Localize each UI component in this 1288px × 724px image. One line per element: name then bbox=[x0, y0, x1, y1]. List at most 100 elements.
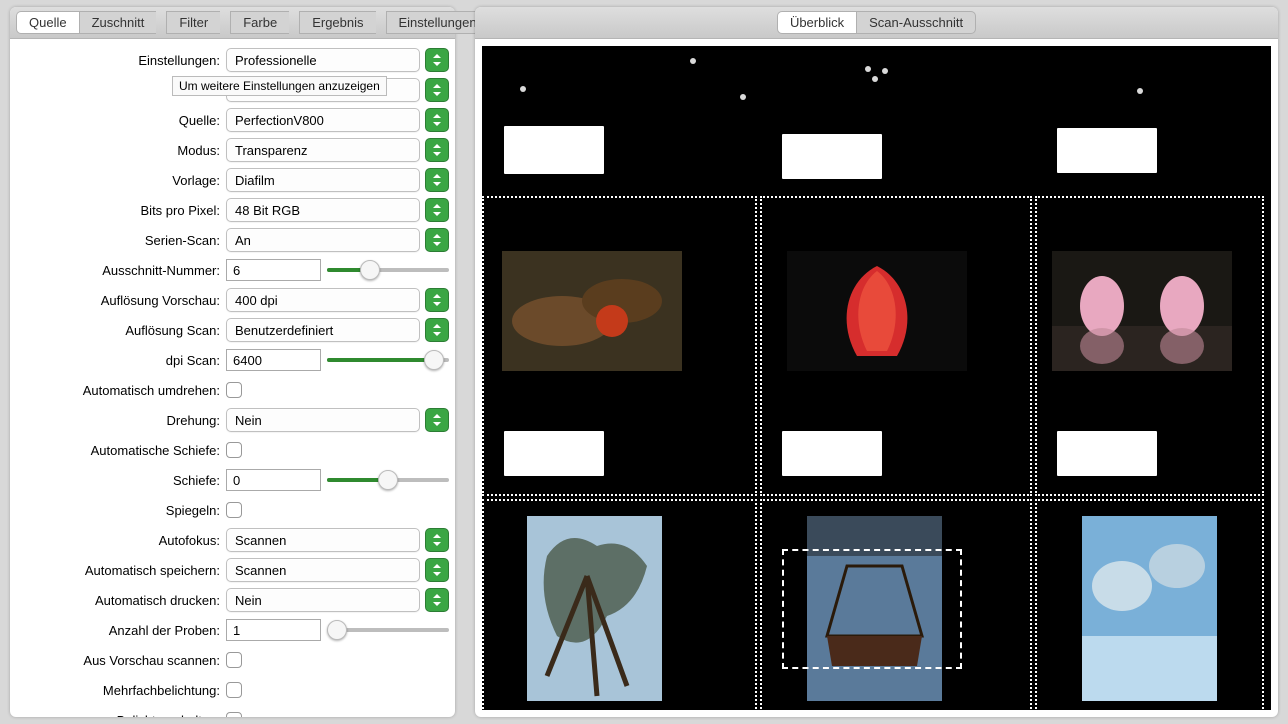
dropdown-value: Scannen bbox=[227, 533, 419, 548]
tab-scan-ausschnitt[interactable]: Scan-Ausschnitt bbox=[856, 11, 976, 34]
label-spiegeln: Spiegeln: bbox=[16, 503, 226, 518]
label-drehung: Drehung: bbox=[16, 413, 226, 428]
tooltip: Um weitere Einstellungen anzuzeigen bbox=[172, 76, 387, 96]
tab-ueberblick[interactable]: Überblick bbox=[777, 11, 856, 34]
tab-zuschnitt[interactable]: Zuschnitt bbox=[79, 11, 157, 34]
preview-dot bbox=[740, 94, 746, 100]
dropdown-bits[interactable]: 48 Bit RGB bbox=[226, 198, 420, 222]
dropdown-toggle-icon[interactable] bbox=[425, 198, 449, 222]
label-bits: Bits pro Pixel: bbox=[16, 203, 226, 218]
film-sprocket bbox=[1057, 128, 1157, 173]
preview-panel: Überblick Scan-Ausschnitt bbox=[475, 7, 1278, 717]
checkbox-vorschau-scan[interactable] bbox=[226, 652, 242, 668]
dropdown-aufl-vorschau[interactable]: 400 dpi bbox=[226, 288, 420, 312]
dropdown-toggle-icon[interactable] bbox=[425, 558, 449, 582]
label-aufl-vorschau: Auflösung Vorschau: bbox=[16, 293, 226, 308]
dropdown-toggle-icon[interactable] bbox=[425, 138, 449, 162]
checkbox-auto-umdrehen[interactable] bbox=[226, 382, 242, 398]
dropdown-aufl-scan[interactable]: Benutzerdefiniert bbox=[226, 318, 420, 342]
label-auto-schiefe: Automatische Schiefe: bbox=[16, 443, 226, 458]
left-tabbar: Quelle Zuschnitt Filter Farbe Ergebnis E… bbox=[10, 7, 455, 39]
label-schiefe: Schiefe: bbox=[16, 473, 226, 488]
dropdown-autofokus[interactable]: Scannen bbox=[226, 528, 420, 552]
label-belichtung: Belichtung halten: bbox=[16, 713, 226, 718]
right-tabbar: Überblick Scan-Ausschnitt bbox=[475, 7, 1278, 39]
preview-thumbnail-1[interactable] bbox=[502, 251, 682, 371]
dropdown-value: Professionelle bbox=[227, 53, 419, 68]
label-vorschau-scan: Aus Vorschau scannen: bbox=[16, 653, 226, 668]
dropdown-toggle-icon[interactable] bbox=[425, 48, 449, 72]
film-sprocket bbox=[504, 431, 604, 476]
preview-area[interactable] bbox=[482, 46, 1271, 710]
dropdown-value: 48 Bit RGB bbox=[227, 203, 419, 218]
dropdown-value: Scannen bbox=[227, 563, 419, 578]
dropdown-toggle-icon[interactable] bbox=[425, 528, 449, 552]
checkbox-belichtung[interactable] bbox=[226, 712, 242, 717]
tab-farbe[interactable]: Farbe bbox=[230, 11, 289, 34]
input-dpi-scan[interactable] bbox=[226, 349, 321, 371]
dropdown-value: Diafilm bbox=[227, 173, 419, 188]
preview-thumbnail-3[interactable] bbox=[1052, 251, 1232, 371]
dropdown-toggle-icon[interactable] bbox=[425, 588, 449, 612]
dropdown-vorlage[interactable]: Diafilm bbox=[226, 168, 420, 192]
tab-einstellungen[interactable]: Einstellungen bbox=[386, 11, 490, 34]
preview-thumbnail-2[interactable] bbox=[787, 251, 967, 371]
dropdown-toggle-icon[interactable] bbox=[425, 168, 449, 192]
settings-panel: Quelle Zuschnitt Filter Farbe Ergebnis E… bbox=[10, 7, 455, 717]
label-auto-drucken: Automatisch drucken: bbox=[16, 593, 226, 608]
slider-schiefe[interactable] bbox=[327, 470, 449, 490]
slider-ausschnitt[interactable] bbox=[327, 260, 449, 280]
checkbox-spiegeln[interactable] bbox=[226, 502, 242, 518]
dropdown-toggle-icon[interactable] bbox=[425, 408, 449, 432]
dropdown-value: Benutzerdefiniert bbox=[227, 323, 419, 338]
label-auto-umdrehen: Automatisch umdrehen: bbox=[16, 383, 226, 398]
dropdown-auto-speichern[interactable]: Scannen bbox=[226, 558, 420, 582]
film-sprocket bbox=[782, 431, 882, 476]
dropdown-serien[interactable]: An bbox=[226, 228, 420, 252]
tab-quelle[interactable]: Quelle bbox=[16, 11, 79, 34]
label-vorlage: Vorlage: bbox=[16, 173, 226, 188]
preview-dot bbox=[882, 68, 888, 74]
preview-thumbnail-5[interactable] bbox=[807, 516, 942, 701]
dropdown-toggle-icon[interactable] bbox=[425, 288, 449, 312]
preview-dot bbox=[865, 66, 871, 72]
preview-dot bbox=[872, 76, 878, 82]
label-proben: Anzahl der Proben: bbox=[16, 623, 226, 638]
label-ausschnitt-nummer: Ausschnitt-Nummer: bbox=[16, 263, 226, 278]
dropdown-toggle-icon[interactable] bbox=[425, 108, 449, 132]
film-sprocket bbox=[504, 126, 604, 174]
slider-dpi[interactable] bbox=[327, 350, 449, 370]
input-ausschnitt-nummer[interactable] bbox=[226, 259, 321, 281]
preview-thumbnail-6[interactable] bbox=[1082, 516, 1217, 701]
label-autofokus: Autofokus: bbox=[16, 533, 226, 548]
dropdown-auto-drucken[interactable]: Nein bbox=[226, 588, 420, 612]
dropdown-toggle-icon[interactable] bbox=[425, 78, 449, 102]
dropdown-drehung[interactable]: Nein bbox=[226, 408, 420, 432]
dropdown-value: 400 dpi bbox=[227, 293, 419, 308]
film-sprocket bbox=[1057, 431, 1157, 476]
dropdown-quelle[interactable]: PerfectionV800 bbox=[226, 108, 420, 132]
label-einstellungen: Einstellungen: bbox=[16, 53, 226, 68]
preview-dot bbox=[520, 86, 526, 92]
label-serien: Serien-Scan: bbox=[16, 233, 226, 248]
slider-proben[interactable] bbox=[327, 620, 449, 640]
dropdown-toggle-icon[interactable] bbox=[425, 228, 449, 252]
label-quelle: Quelle: bbox=[16, 113, 226, 128]
label-dpi-scan: dpi Scan: bbox=[16, 353, 226, 368]
preview-dot bbox=[1137, 88, 1143, 94]
input-proben[interactable] bbox=[226, 619, 321, 641]
label-auto-speichern: Automatisch speichern: bbox=[16, 563, 226, 578]
label-aufl-scan: Auflösung Scan: bbox=[16, 323, 226, 338]
dropdown-einstellungen[interactable]: Professionelle bbox=[226, 48, 420, 72]
dropdown-value: Nein bbox=[227, 593, 419, 608]
dropdown-toggle-icon[interactable] bbox=[425, 318, 449, 342]
input-schiefe[interactable] bbox=[226, 469, 321, 491]
dropdown-value: An bbox=[227, 233, 419, 248]
preview-thumbnail-4[interactable] bbox=[527, 516, 662, 701]
tab-ergebnis[interactable]: Ergebnis bbox=[299, 11, 375, 34]
dropdown-modus[interactable]: Transparenz bbox=[226, 138, 420, 162]
tab-filter[interactable]: Filter bbox=[166, 11, 220, 34]
checkbox-mehrfach[interactable] bbox=[226, 682, 242, 698]
film-sprocket bbox=[782, 134, 882, 179]
checkbox-auto-schiefe[interactable] bbox=[226, 442, 242, 458]
